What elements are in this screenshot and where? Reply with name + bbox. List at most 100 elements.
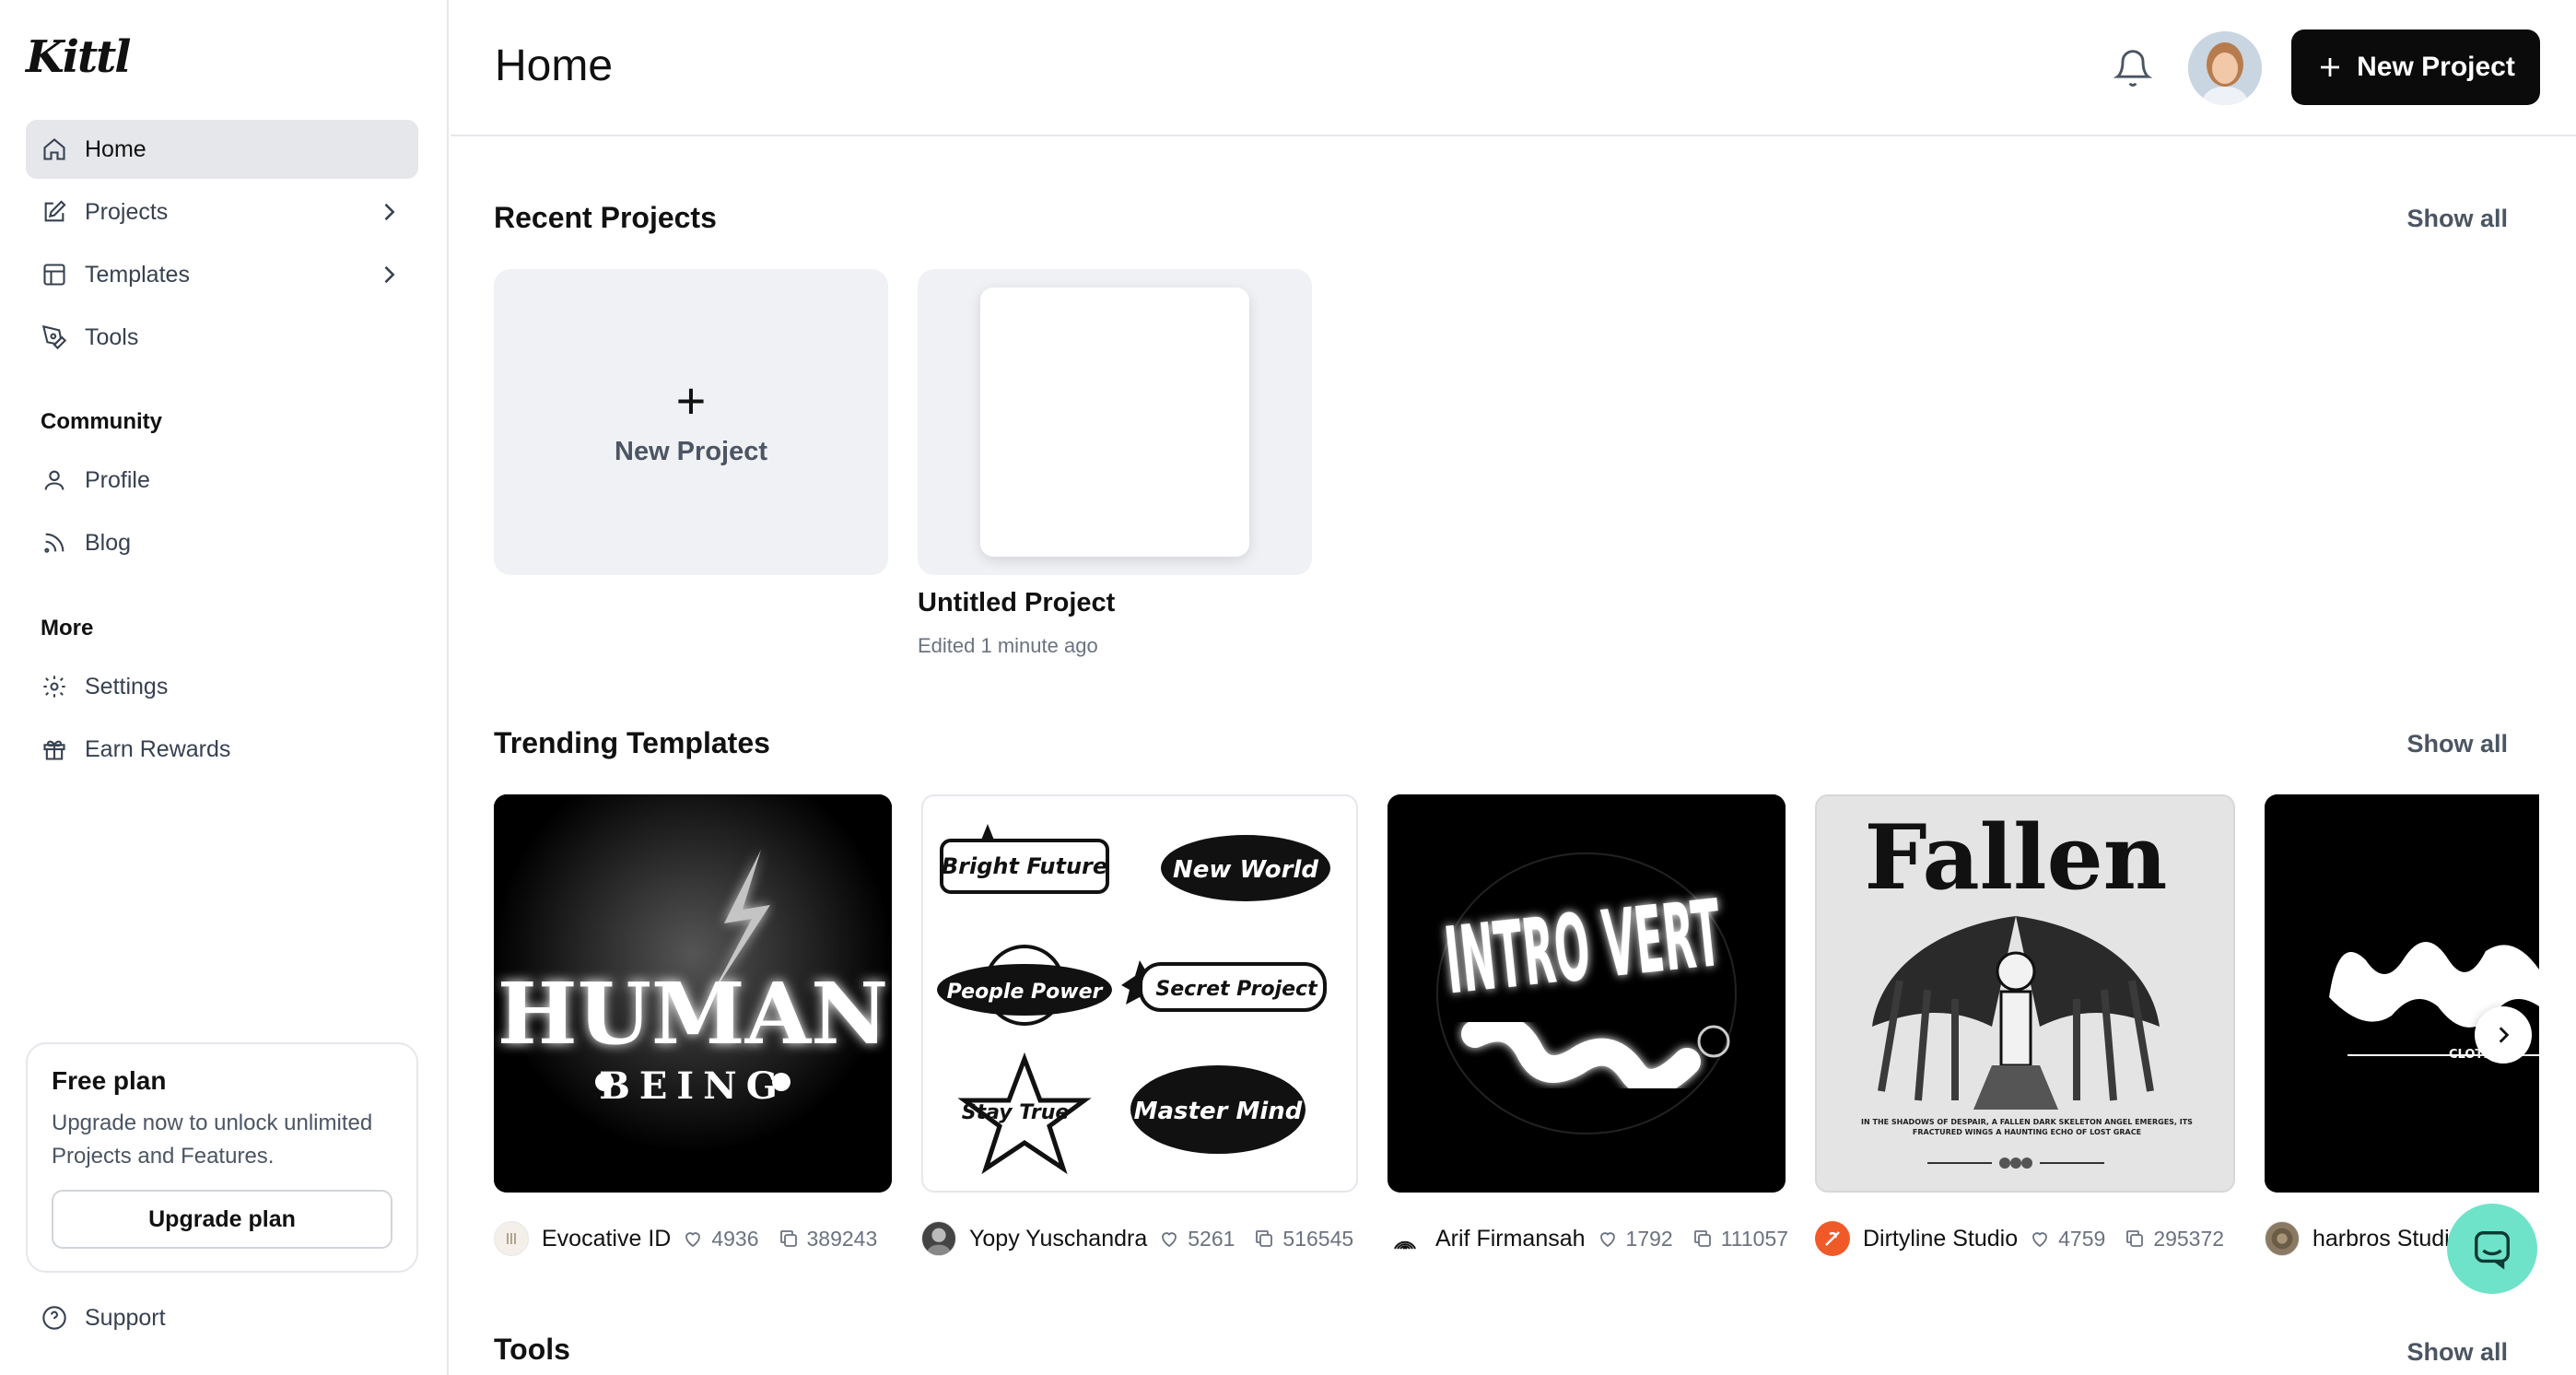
likes-count: 4936 xyxy=(711,1226,759,1251)
author-avatar[interactable] xyxy=(494,1221,529,1256)
uses-count: 295372 xyxy=(2153,1226,2225,1251)
template-card-fallen[interactable]: Fallen IN THE SHADOWS OF DESPAIR, A FALL… xyxy=(1815,794,2235,1193)
template-artwork: Fallen IN THE SHADOWS OF DESPAIR, A FALL… xyxy=(1817,796,2233,1191)
project-card[interactable] xyxy=(918,269,1312,575)
copy-icon xyxy=(2126,1230,2144,1247)
author-name[interactable]: Dirtyline Studio xyxy=(1863,1226,2018,1252)
sidebar-item-label: Projects xyxy=(85,198,169,225)
pen-tool-icon xyxy=(41,323,68,351)
tools-heading: Tools xyxy=(494,1333,570,1366)
likes-count: 4759 xyxy=(2058,1226,2106,1251)
rss-icon xyxy=(41,529,68,557)
likes-count: 5261 xyxy=(1188,1226,1235,1251)
sidebar-item-label: Settings xyxy=(85,673,169,699)
uses-count: 516545 xyxy=(1282,1226,1354,1251)
template-artwork: INTRO VERT xyxy=(1388,794,1786,1193)
sidebar-item-label: Earn Rewards xyxy=(85,735,231,762)
uses-count: 389243 xyxy=(806,1226,878,1251)
trending-templates-heading: Trending Templates xyxy=(494,726,770,759)
kittl-logo[interactable]: Kittl xyxy=(26,31,132,83)
uses-stat: 389243 xyxy=(778,1226,878,1252)
plus-icon: + xyxy=(675,370,707,429)
template-artwork: CLOTHING xyxy=(2265,794,2539,1193)
template-meta: Arif Firmansah 1792 111057 xyxy=(1388,1218,1788,1259)
likes-stat[interactable]: 5261 xyxy=(1158,1227,1235,1252)
plan-description: Upgrade now to unlock unlimited Projects… xyxy=(52,1111,373,1169)
author-name[interactable]: Evocative ID xyxy=(542,1226,671,1252)
template-icon xyxy=(41,261,68,288)
uses-stat: 111057 xyxy=(1692,1227,1788,1252)
sidebar-item-templates[interactable]: Templates xyxy=(26,245,418,304)
author-avatar[interactable] xyxy=(1388,1221,1423,1256)
likes-stat[interactable]: 1792 xyxy=(1597,1227,1673,1252)
sidebar: Kittl Home Projects Templates Tools Comm… xyxy=(0,0,449,1375)
template-meta: harbros Studio xyxy=(2265,1218,2463,1259)
project-name[interactable]: Untitled Project xyxy=(918,588,1115,618)
chevron-right-icon xyxy=(384,203,395,221)
sidebar-item-profile[interactable]: Profile xyxy=(26,451,418,510)
sidebar-item-home[interactable]: Home xyxy=(26,120,418,179)
author-name[interactable]: Arif Firmansah xyxy=(1435,1226,1586,1252)
sidebar-item-label: Blog xyxy=(85,529,132,556)
sidebar-item-earn-rewards[interactable]: Earn Rewards xyxy=(26,720,418,779)
gear-icon xyxy=(41,673,68,700)
template-card-human-being[interactable]: HUMAN BEING xyxy=(494,794,892,1193)
artwork-title: Fallen xyxy=(1865,805,2168,910)
sidebar-item-label: Home xyxy=(85,135,146,162)
copy-icon xyxy=(1256,1230,1273,1247)
recent-projects-show-all[interactable]: Show all xyxy=(2406,205,2508,233)
template-card-sticker-pack[interactable]: Bright Future New World People Power Sec… xyxy=(921,794,1358,1193)
home-icon xyxy=(41,135,68,163)
sidebar-item-projects[interactable]: Projects xyxy=(26,182,418,241)
template-card-introvert[interactable]: INTRO VERT xyxy=(1388,794,1786,1193)
more-heading: More xyxy=(41,616,94,640)
uses-stat: 295372 xyxy=(2124,1227,2224,1252)
new-project-button[interactable]: New Project xyxy=(2291,29,2540,105)
artwork-label: New World xyxy=(1173,856,1318,884)
likes-stat[interactable]: 4759 xyxy=(2029,1227,2105,1252)
heart-icon xyxy=(2032,1232,2048,1248)
free-plan-card: Free plan Upgrade now to unlock unlimite… xyxy=(26,1042,418,1273)
template-artwork: HUMAN BEING xyxy=(494,794,892,1193)
gift-icon xyxy=(41,735,68,763)
new-project-card[interactable]: + New Project xyxy=(494,269,888,575)
author-name[interactable]: Yopy Yuschandra xyxy=(969,1226,1147,1252)
sidebar-item-tools[interactable]: Tools xyxy=(26,308,418,367)
new-project-card-label: New Project xyxy=(615,436,767,466)
recent-projects-heading: Recent Projects xyxy=(494,201,717,234)
artwork-caption: IN THE SHADOWS OF DESPAIR, A FALLEN DARK… xyxy=(1861,1118,2193,1136)
template-meta: Yopy Yuschandra 5261 516545 xyxy=(921,1218,1353,1259)
author-avatar[interactable] xyxy=(2265,1221,2300,1256)
carousel-next-button[interactable] xyxy=(2475,1006,2532,1064)
sidebar-item-blog[interactable]: Blog xyxy=(26,513,418,572)
new-project-label: New Project xyxy=(2357,52,2515,82)
artwork-label: Master Mind xyxy=(1134,1098,1303,1125)
template-artwork: Bright Future New World People Power Sec… xyxy=(937,824,1330,1175)
author-avatar[interactable] xyxy=(1815,1221,1850,1256)
user-avatar[interactable] xyxy=(2188,31,2262,105)
edit-icon xyxy=(41,198,68,226)
likes-stat[interactable]: 4936 xyxy=(682,1226,759,1252)
chat-support-button[interactable] xyxy=(2447,1204,2537,1294)
project-edited-time: Edited 1 minute ago xyxy=(918,634,1098,657)
sidebar-item-support[interactable]: Support xyxy=(26,1288,418,1347)
template-card-harbros[interactable]: CLOTHING xyxy=(2265,794,2539,1193)
tools-show-all[interactable]: Show all xyxy=(2406,1338,2508,1367)
artwork-label: People Power xyxy=(947,981,1104,1004)
uses-count: 111057 xyxy=(1720,1226,1789,1251)
copy-icon xyxy=(1693,1230,1711,1247)
artwork-label: Secret Project xyxy=(1155,978,1318,1001)
plan-title: Free plan xyxy=(52,1066,167,1095)
sidebar-item-settings[interactable]: Settings xyxy=(26,657,418,716)
artwork-title: HUMAN xyxy=(498,964,888,1064)
author-name[interactable]: harbros Studio xyxy=(2313,1226,2463,1252)
author-avatar[interactable] xyxy=(921,1221,956,1256)
chat-icon xyxy=(2475,1231,2510,1270)
sidebar-item-label: Tools xyxy=(85,323,139,350)
upgrade-plan-button[interactable]: Upgrade plan xyxy=(52,1190,392,1249)
template-meta: Dirtyline Studio 4759 295372 xyxy=(1815,1218,2224,1259)
uses-stat: 516545 xyxy=(1253,1227,1353,1252)
bell-icon[interactable] xyxy=(2113,48,2153,88)
trending-templates-show-all[interactable]: Show all xyxy=(2406,730,2508,758)
sidebar-item-label: Support xyxy=(85,1304,166,1331)
